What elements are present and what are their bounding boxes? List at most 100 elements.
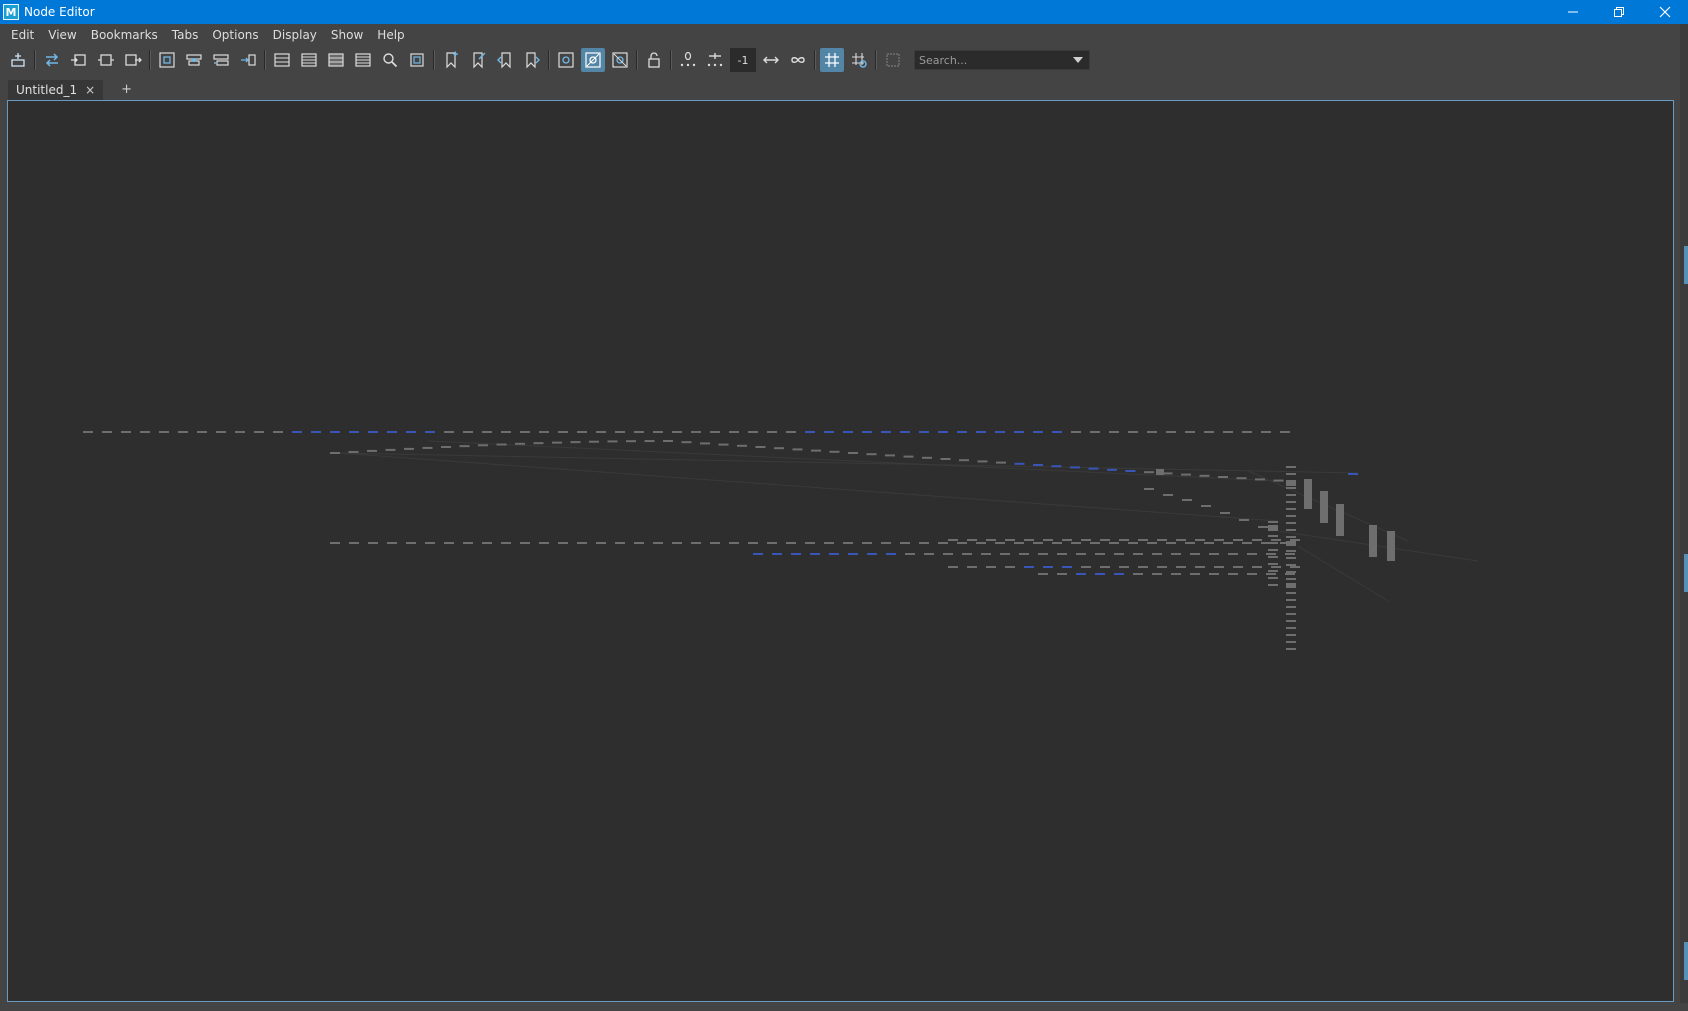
graph-node[interactable] — [520, 431, 530, 433]
search-input[interactable] — [915, 53, 1065, 67]
graph-node[interactable] — [292, 431, 302, 433]
graph-node[interactable] — [718, 443, 729, 446]
graph-node[interactable] — [1144, 471, 1154, 474]
graph-node[interactable] — [996, 461, 1006, 464]
graph-node[interactable] — [459, 445, 470, 448]
graph-node[interactable] — [843, 542, 853, 544]
graph-node[interactable] — [881, 431, 891, 433]
graph-node[interactable] — [1268, 556, 1278, 558]
graph-node[interactable] — [691, 542, 701, 544]
graph-node[interactable] — [729, 431, 739, 433]
menu-show[interactable]: Show — [324, 24, 370, 46]
graph-node[interactable] — [1185, 431, 1195, 433]
edit-bookmark-button[interactable] — [466, 48, 490, 72]
graph-node[interactable] — [967, 566, 977, 568]
graph-node[interactable] — [1181, 473, 1191, 476]
graph-node[interactable] — [1057, 573, 1067, 575]
graph-node[interactable] — [1286, 515, 1296, 517]
graph-node[interactable] — [943, 553, 953, 555]
graph-node[interactable] — [940, 458, 951, 460]
graph-node[interactable] — [995, 542, 1005, 544]
graph-node[interactable] — [1157, 566, 1167, 568]
graph-node[interactable] — [368, 431, 378, 433]
graph-node[interactable] — [1304, 479, 1312, 509]
graph-node[interactable] — [626, 440, 636, 443]
graph-node[interactable] — [1273, 479, 1284, 482]
graph-node[interactable] — [1133, 553, 1143, 555]
graph-node[interactable] — [1286, 557, 1296, 559]
graph-node[interactable] — [681, 441, 692, 444]
graph-node[interactable] — [1242, 431, 1252, 433]
graph-node[interactable] — [1171, 553, 1181, 555]
add-tab-button[interactable]: + — [121, 80, 132, 100]
graph-node[interactable] — [1228, 573, 1238, 575]
full-mode-button[interactable] — [324, 48, 348, 72]
decrease-depth-button[interactable] — [703, 48, 727, 72]
graph-node[interactable] — [539, 542, 549, 544]
graph-node[interactable] — [1290, 566, 1300, 568]
graph-node[interactable] — [1095, 573, 1105, 575]
graph-node[interactable] — [1280, 431, 1290, 433]
graph-node[interactable] — [1081, 566, 1091, 568]
graph-node[interactable] — [1125, 470, 1136, 472]
graph-node[interactable] — [1268, 563, 1278, 565]
graph-node[interactable] — [1285, 573, 1295, 575]
graph-node[interactable] — [515, 442, 525, 445]
graph-node[interactable] — [1190, 553, 1200, 555]
graph-depth-field[interactable]: -1 — [730, 48, 756, 72]
graph-node[interactable] — [1218, 476, 1228, 478]
graph-node[interactable] — [235, 431, 245, 433]
frame-selected-button[interactable] — [182, 48, 206, 72]
graph-node[interactable] — [496, 443, 507, 446]
menu-help[interactable]: Help — [370, 24, 411, 46]
graph-node[interactable] — [1043, 539, 1053, 541]
graph-node[interactable] — [1043, 566, 1053, 568]
graph-node[interactable] — [1286, 481, 1296, 486]
right-scroll-strip[interactable] — [1680, 24, 1688, 1011]
graph-node[interactable] — [1286, 613, 1296, 615]
menu-options[interactable]: Options — [205, 24, 265, 46]
add-bookmark-button[interactable] — [439, 48, 463, 72]
graph-node[interactable] — [83, 431, 93, 433]
graph-node[interactable] — [919, 542, 929, 544]
attribute-filter-button[interactable] — [405, 48, 429, 72]
graph-node[interactable] — [753, 553, 763, 555]
graph-node[interactable] — [772, 553, 782, 555]
graph-node[interactable] — [866, 453, 877, 456]
graph-node[interactable] — [957, 431, 967, 433]
graph-node[interactable] — [577, 431, 587, 433]
graph-node[interactable] — [862, 542, 872, 544]
graph-node[interactable] — [1095, 553, 1105, 555]
graph-node[interactable] — [748, 542, 758, 544]
graph-node[interactable] — [1119, 566, 1129, 568]
add-node-button[interactable] — [6, 48, 30, 72]
graph-node[interactable] — [1223, 431, 1233, 433]
graph-node[interactable] — [501, 431, 511, 433]
graph-node[interactable] — [159, 431, 169, 433]
graph-node[interactable] — [1223, 542, 1233, 544]
graph-node[interactable] — [367, 449, 377, 452]
graph-node[interactable] — [1000, 553, 1010, 555]
graph-node[interactable] — [1286, 501, 1296, 503]
graph-node[interactable] — [848, 553, 858, 555]
graph-node[interactable] — [967, 539, 977, 541]
graph-node[interactable] — [1286, 578, 1296, 580]
snap-to-grid-button[interactable] — [847, 48, 871, 72]
graph-node[interactable] — [1286, 508, 1296, 510]
graph-node[interactable] — [102, 431, 112, 433]
graph-node[interactable] — [1286, 494, 1296, 496]
graph-node[interactable] — [924, 553, 934, 555]
menu-display[interactable]: Display — [266, 24, 324, 46]
graph-node[interactable] — [672, 542, 682, 544]
graph-node[interactable] — [1286, 641, 1296, 643]
graph-node[interactable] — [1195, 566, 1205, 568]
graph-node[interactable] — [1268, 542, 1278, 544]
previous-bookmark-button[interactable] — [493, 48, 517, 72]
graph-node[interactable] — [1033, 464, 1043, 466]
graph-node[interactable] — [710, 431, 720, 433]
graph-node[interactable] — [1109, 431, 1119, 433]
menu-edit[interactable]: Edit — [4, 24, 41, 46]
graph-node[interactable] — [905, 553, 915, 555]
graph-node[interactable] — [1024, 539, 1034, 541]
graph-node[interactable] — [1076, 573, 1086, 575]
